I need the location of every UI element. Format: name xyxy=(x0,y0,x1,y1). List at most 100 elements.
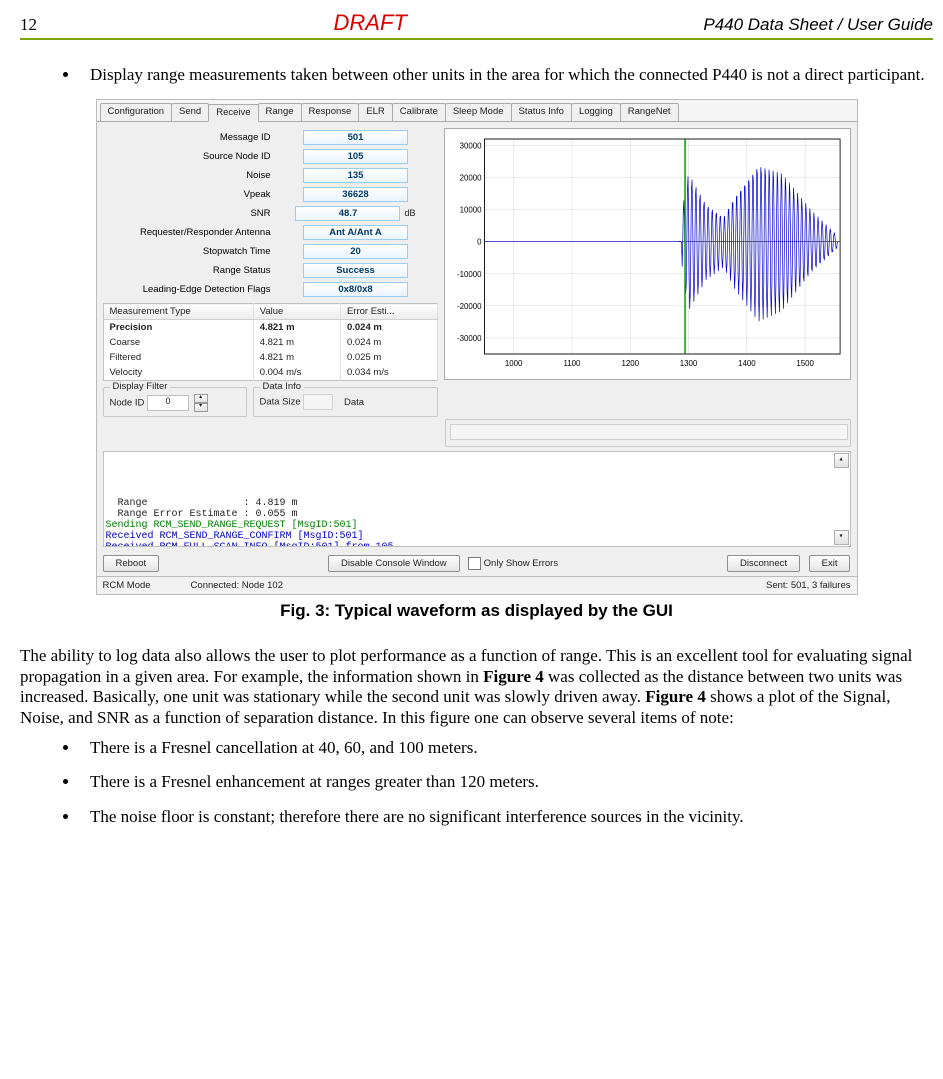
data-label: Data xyxy=(344,397,364,408)
field-label: Message ID xyxy=(103,128,274,147)
page-header: 12 DRAFT P440 Data Sheet / User Guide xyxy=(20,10,933,36)
field-label: SNR xyxy=(103,204,274,223)
console-line: Received RCM_SEND_RANGE_CONFIRM [MsgID:5… xyxy=(106,531,848,542)
tab-elr[interactable]: ELR xyxy=(358,103,392,121)
bottom-button-bar: Reboot Disable Console Window Only Show … xyxy=(97,551,857,576)
status-sent: Sent: 501, 3 failures xyxy=(766,580,851,591)
svg-text:-30000: -30000 xyxy=(456,334,481,343)
svg-text:-20000: -20000 xyxy=(456,302,481,311)
figure-caption: Fig. 3: Typical waveform as displayed by… xyxy=(20,601,933,621)
tab-rangenet[interactable]: RangeNet xyxy=(620,103,679,121)
field-value: Success xyxy=(303,263,408,278)
tab-status-info[interactable]: Status Info xyxy=(511,103,572,121)
field-value: 36628 xyxy=(303,187,408,202)
data-info-bar xyxy=(445,419,851,447)
console-line: Range : 4.819 m xyxy=(106,498,848,509)
tab-calibrate[interactable]: Calibrate xyxy=(392,103,446,121)
document-title: P440 Data Sheet / User Guide xyxy=(703,15,933,35)
field-label: Noise xyxy=(103,166,274,185)
table-row: Precision4.821 m0.024 m xyxy=(103,320,437,336)
scroll-up-button[interactable]: ▴ xyxy=(834,453,849,468)
field-label: Vpeak xyxy=(103,185,274,204)
page-number: 12 xyxy=(20,15,37,35)
checkbox-label: Only Show Errors xyxy=(484,558,558,569)
tab-receive[interactable]: Receive xyxy=(208,104,258,122)
field-value: Ant A/Ant A xyxy=(303,225,408,240)
field-label: Source Node ID xyxy=(103,147,274,166)
svg-text:1200: 1200 xyxy=(621,359,639,368)
node-id-stepper[interactable]: ▴▾ xyxy=(194,394,208,412)
column-header: Value xyxy=(253,304,340,320)
svg-text:-10000: -10000 xyxy=(456,270,481,279)
header-rule xyxy=(20,38,933,40)
list-item: Display range measurements taken between… xyxy=(80,65,933,85)
app-screenshot: ConfigurationSendReceiveRangeResponseELR… xyxy=(96,99,858,595)
tab-configuration[interactable]: Configuration xyxy=(100,103,173,121)
field-value: 20 xyxy=(303,244,408,259)
checkbox-icon xyxy=(468,557,481,570)
svg-text:30000: 30000 xyxy=(459,142,482,151)
svg-text:1500: 1500 xyxy=(796,359,814,368)
table-row: Velocity0.004 m/s0.034 m/s xyxy=(103,365,437,381)
field-value: 48.7 xyxy=(295,206,400,221)
disconnect-button[interactable]: Disconnect xyxy=(727,555,800,572)
group-label: Display Filter xyxy=(110,381,171,392)
console-line: Received RCM_FULL_SCAN_INFO [MsgID:501] … xyxy=(106,542,848,547)
svg-text:10000: 10000 xyxy=(459,206,482,215)
measurement-table: Measurement TypeValueError Esti...Precis… xyxy=(103,303,438,381)
list-item: There is a Fresnel cancellation at 40, 6… xyxy=(80,738,933,758)
data-field xyxy=(450,424,848,440)
status-connection: Connected: Node 102 xyxy=(191,580,283,591)
body-paragraph: The ability to log data also allows the … xyxy=(20,646,933,728)
left-column: Message ID 501 Source Node ID 105 Noise 13… xyxy=(103,128,438,417)
draft-watermark: DRAFT xyxy=(334,10,407,36)
svg-text:1400: 1400 xyxy=(738,359,756,368)
exit-button[interactable]: Exit xyxy=(809,555,851,572)
list-item: The noise floor is constant; therefore t… xyxy=(80,807,933,827)
table-row: Coarse4.821 m0.024 m xyxy=(103,335,437,350)
table-row: Filtered4.821 m0.025 m xyxy=(103,350,437,365)
field-value: 105 xyxy=(303,149,408,164)
field-label: Leading-Edge Detection Flags xyxy=(103,280,274,299)
field-unit: dB xyxy=(400,208,415,218)
status-bar: RCM Mode Connected: Node 102 Sent: 501, … xyxy=(97,576,857,594)
tab-sleep-mode[interactable]: Sleep Mode xyxy=(445,103,512,121)
svg-text:1000: 1000 xyxy=(504,359,522,368)
node-id-input[interactable]: 0 xyxy=(147,395,189,411)
kv-table: Message ID 501 Source Node ID 105 Noise 13… xyxy=(103,128,438,299)
node-id-label: Node ID xyxy=(110,398,145,409)
bullet-list-bottom: There is a Fresnel cancellation at 40, 6… xyxy=(20,738,933,827)
scroll-down-button[interactable]: ▾ xyxy=(834,530,849,545)
column-header: Measurement Type xyxy=(103,304,253,320)
data-size-field xyxy=(303,394,333,410)
field-value: 501 xyxy=(303,130,408,145)
figure-3: ConfigurationSendReceiveRangeResponseELR… xyxy=(20,99,933,621)
svg-text:0: 0 xyxy=(477,238,482,247)
field-value: 0x8/0x8 xyxy=(303,282,408,297)
svg-text:1300: 1300 xyxy=(679,359,697,368)
data-size-label: Data Size xyxy=(260,397,301,408)
svg-text:1100: 1100 xyxy=(563,359,581,368)
reboot-button[interactable]: Reboot xyxy=(103,555,160,572)
field-label: Stopwatch Time xyxy=(103,242,274,261)
data-info-group: Data Info Data Size Data xyxy=(253,387,438,417)
waveform-chart: -30000-20000-100000100002000030000100011… xyxy=(444,128,851,380)
status-mode: RCM Mode xyxy=(103,580,151,591)
tab-send[interactable]: Send xyxy=(171,103,209,121)
tab-response[interactable]: Response xyxy=(301,103,360,121)
tab-range[interactable]: Range xyxy=(258,103,302,121)
tab-logging[interactable]: Logging xyxy=(571,103,621,121)
field-label: Requester/Responder Antenna xyxy=(103,223,274,242)
group-label: Data Info xyxy=(260,381,305,392)
only-show-errors-checkbox[interactable]: Only Show Errors xyxy=(468,557,558,570)
tab-strip: ConfigurationSendReceiveRangeResponseELR… xyxy=(97,100,857,122)
list-item: There is a Fresnel enhancement at ranges… xyxy=(80,772,933,792)
display-filter-group: Display Filter Node ID 0 ▴▾ xyxy=(103,387,247,417)
field-label: Range Status xyxy=(103,261,274,280)
field-value: 135 xyxy=(303,168,408,183)
disable-console-button[interactable]: Disable Console Window xyxy=(328,555,460,572)
column-header: Error Esti... xyxy=(340,304,437,320)
console-line: Range Error Estimate : 0.055 m xyxy=(106,509,848,520)
console-line: Sending RCM_SEND_RANGE_REQUEST [MsgID:50… xyxy=(106,520,848,531)
console-window: ▴ ▾ Range : 4.819 m Range Error Estimate… xyxy=(103,451,851,547)
